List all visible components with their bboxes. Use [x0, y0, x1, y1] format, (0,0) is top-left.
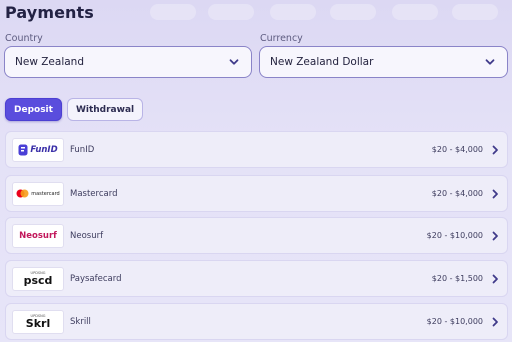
payment-type-tabs: Deposit Withdrawal — [5, 98, 144, 121]
mastercard-logo-text: mastercard — [31, 190, 60, 197]
method-name: FunID — [70, 144, 95, 155]
currency-label: Currency — [260, 33, 303, 44]
chevron-down-icon — [483, 55, 497, 69]
chevron-down-icon — [227, 55, 241, 69]
method-range: $20 - $4,000 — [431, 189, 483, 198]
payment-method-row[interactable]: FunID FunID $20 - $4,000 — [5, 131, 508, 168]
paysafecard-logo-text: pscd — [23, 273, 53, 287]
chevron-right-icon — [489, 316, 501, 328]
funid-logo: FunID — [12, 137, 64, 162]
method-name: Skrill — [70, 316, 91, 327]
page-title: Payments — [5, 3, 94, 22]
skrill-logo-text: Skrl — [25, 316, 51, 330]
payment-method-row[interactable]: Neosurf Neosurf $20 - $10,000 — [5, 217, 508, 254]
chevron-right-icon — [489, 144, 501, 156]
method-range: $20 - $1,500 — [431, 274, 483, 283]
paysafecard-logo: UPDSNG pscd — [12, 266, 64, 291]
currency-select[interactable]: New Zealand Dollar — [259, 46, 508, 78]
method-range: $20 - $4,000 — [431, 145, 483, 154]
tab-deposit[interactable]: Deposit — [5, 98, 62, 121]
skrill-logo: UPDSNG Skrl — [12, 309, 64, 334]
neosurf-logo-text: Neosurf — [19, 230, 57, 241]
method-name: Mastercard — [70, 188, 118, 199]
country-select[interactable]: New Zealand — [4, 46, 252, 78]
country-value: New Zealand — [15, 56, 84, 68]
neosurf-logo: Neosurf — [12, 223, 64, 248]
chevron-right-icon — [489, 230, 501, 242]
currency-value: New Zealand Dollar — [270, 56, 374, 68]
method-name: Paysafecard — [70, 273, 122, 284]
method-range: $20 - $10,000 — [426, 317, 483, 326]
method-name: Neosurf — [70, 230, 104, 241]
funid-logo-text: FunID — [30, 144, 58, 155]
payment-method-row[interactable]: mastercard Mastercard $20 - $4,000 — [5, 175, 508, 212]
payment-method-row[interactable]: UPDSNG pscd Paysafecard $20 - $1,500 — [5, 260, 508, 297]
method-range: $20 - $10,000 — [426, 231, 483, 240]
country-label: Country — [5, 33, 43, 44]
payment-method-row[interactable]: UPDSNG Skrl Skrill $20 - $10,000 — [5, 303, 508, 340]
tab-withdrawal[interactable]: Withdrawal — [66, 98, 144, 121]
chevron-right-icon — [489, 273, 501, 285]
chevron-right-icon — [489, 188, 501, 200]
mastercard-logo: mastercard — [12, 181, 64, 206]
